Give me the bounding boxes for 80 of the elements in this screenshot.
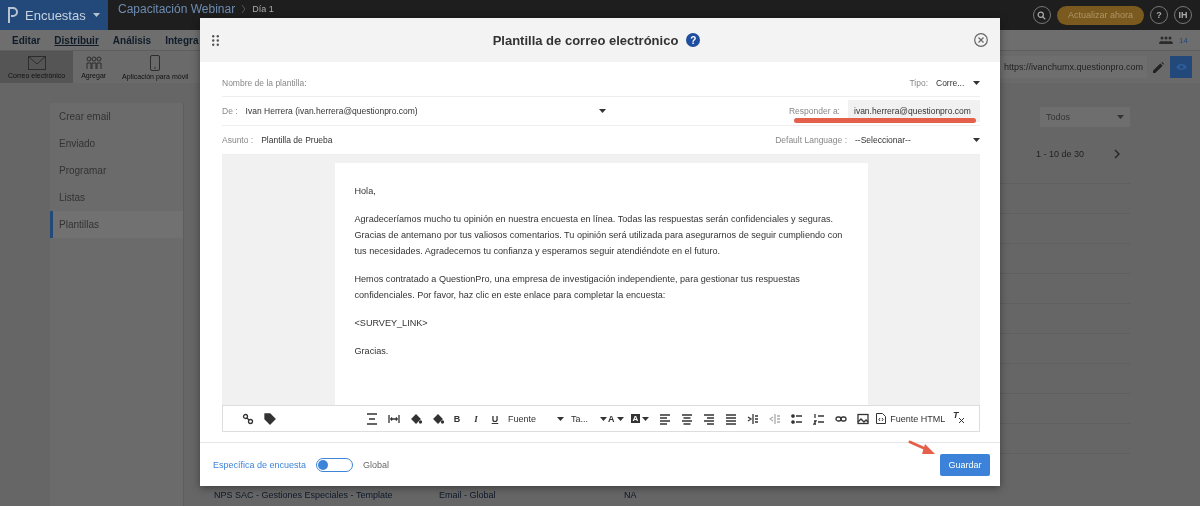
indent-icon[interactable] (747, 412, 760, 425)
field-label: Asunto : (222, 135, 254, 145)
numbered-list-icon[interactable] (813, 412, 826, 425)
underline-button[interactable]: U (487, 409, 503, 428)
toggle-label: Global (363, 459, 390, 470)
envelope-icon (27, 55, 46, 70)
size-dropdown[interactable]: Ta... (569, 409, 603, 428)
eye-icon (1175, 63, 1187, 71)
body-paragraph: Agradeceríamos mucho tu opinión en nuestra encuesta en línea. Todas las respuestas serán confidenciales y seguras. Gracias de antemano por tus valiosos comentarios. Tu opinión será utilizada para asegurarnos de seguir cumpliendo con tus necesidades. Agradecemos tu confianza y esperamos seguir atendiéndote en el futuro. (354, 213, 844, 258)
html-source-button[interactable]: Fuente HTML (874, 409, 948, 428)
save-button[interactable]: Guardar (940, 453, 990, 476)
field-label: De : (222, 106, 238, 116)
people-icon (84, 55, 103, 70)
highlight-color-button[interactable]: A (628, 409, 652, 428)
bold-button[interactable]: B (449, 409, 465, 428)
table-cell-text: Email - Global (439, 490, 497, 500)
horizontal-rule-icon[interactable] (366, 412, 378, 425)
width-icon[interactable] (388, 412, 400, 425)
menu-tab[interactable]: Distribuir (54, 30, 99, 50)
body-paragraph: Hola, (354, 185, 377, 198)
menu-tab[interactable]: Integra (165, 30, 199, 50)
subject-field[interactable]: Plantilla de Prueba (261, 135, 333, 145)
italic-button[interactable]: I (468, 409, 484, 428)
caret-icon (1117, 115, 1124, 119)
breadcrumb-link[interactable]: Capacitación Webinar (118, 1, 236, 16)
menu-tab[interactable]: Editar (12, 30, 41, 50)
dialog-title: Plantilla de correo electrónico (492, 32, 679, 48)
body-paragraph: Gracias. (354, 345, 390, 358)
email-body[interactable] (334, 163, 868, 405)
fill-color-icon[interactable] (410, 412, 422, 425)
text-color-button[interactable]: A (606, 409, 626, 428)
help-button[interactable]: ? (686, 33, 701, 47)
image-icon[interactable] (857, 412, 870, 425)
field-label: Default Language : (775, 135, 847, 145)
align-center-icon[interactable] (681, 412, 694, 425)
caret-icon (557, 416, 564, 421)
caret-icon (973, 81, 980, 85)
menu-tab[interactable]: Análisis (112, 30, 152, 50)
body-paragraph: <SURVEY_LINK> (354, 317, 429, 330)
toggle-label: Específica de encuesta (213, 459, 307, 470)
chevron-right-icon[interactable] (1114, 149, 1120, 159)
justify-icon[interactable] (725, 412, 738, 425)
brand-bar[interactable]: Encuestas (0, 0, 108, 30)
caret-icon (598, 109, 606, 113)
drag-handle-icon[interactable] (212, 34, 219, 46)
field-label: Responder a: (788, 106, 840, 116)
caret-icon (973, 138, 980, 142)
fill-color-icon[interactable] (432, 412, 444, 425)
logo-icon (8, 7, 18, 23)
caret-icon (600, 416, 607, 421)
cross-icon (958, 417, 964, 423)
caret-icon (92, 13, 100, 17)
field-label: Tipo: (909, 78, 928, 88)
sender-dropdown[interactable]: Ivan Herrera (ivan.herrera@questionpro.com) (245, 106, 606, 116)
type-dropdown[interactable]: Corre... (936, 78, 980, 88)
caret-icon (616, 416, 624, 421)
tag-icon[interactable] (264, 412, 276, 425)
pencil-icon[interactable] (1153, 61, 1164, 73)
close-icon[interactable] (974, 33, 988, 47)
font-dropdown[interactable]: Fuente (506, 409, 566, 428)
align-right-icon[interactable] (703, 412, 716, 425)
field-label: Nombre de la plantilla: (222, 78, 307, 88)
code-file-icon (876, 413, 887, 424)
user-count: 14 (1179, 35, 1188, 45)
caret-icon (642, 416, 650, 421)
align-left-icon[interactable] (659, 412, 672, 425)
table-cell-text: NPS SAC - Gestiones Especiales - Template (214, 490, 394, 500)
clear-format-button[interactable]: T (950, 409, 967, 428)
breadcrumb-current: Día 1 (252, 3, 274, 14)
mobile-phone-icon (150, 54, 161, 71)
chevron-right-icon (241, 4, 247, 13)
link-icon[interactable] (242, 412, 254, 425)
language-dropdown[interactable]: --Seleccionar-- (855, 135, 980, 145)
people-icon (1159, 36, 1174, 44)
table-cell: NA (624, 490, 637, 500)
bullet-list-icon[interactable] (791, 412, 804, 425)
survey-url: https://ivanchumx.questionpro.com (999, 56, 1147, 78)
scope-toggle[interactable] (316, 457, 354, 472)
body-paragraph: Hemos contratado a QuestionPro, una empresa de investigación independiente, para gestionar tus respuestas confidenciales. Por favor, haz clic en este enlace para completar la encuesta: (354, 273, 801, 302)
product-name: Encuestas (25, 7, 86, 23)
